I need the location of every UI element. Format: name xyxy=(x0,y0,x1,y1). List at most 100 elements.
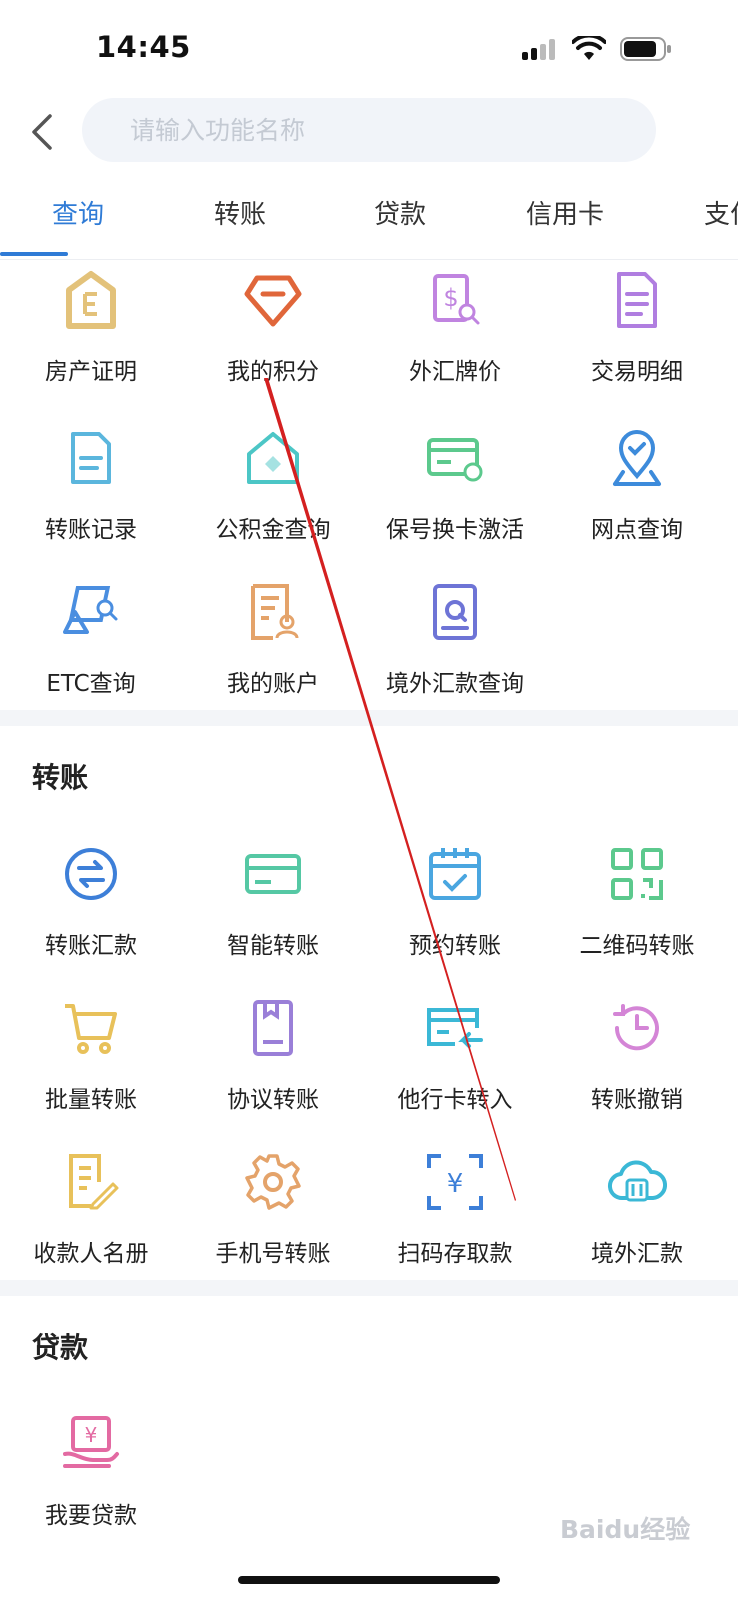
transfer-grid-row-2: 批量转账 协议转账 他行卡转入 转账撤销 xyxy=(0,998,738,1138)
grid-item-property-certificate[interactable]: 房产证明 xyxy=(0,270,182,410)
etc-icon xyxy=(63,586,118,634)
grid-item-apply-loan[interactable]: ¥ 我要贷款 xyxy=(0,1414,182,1554)
svg-text:¥: ¥ xyxy=(85,1423,98,1447)
back-button[interactable] xyxy=(24,108,64,156)
gear-icon xyxy=(245,1154,301,1210)
svg-text:¥: ¥ xyxy=(447,1169,464,1199)
grid-item-branch-search[interactable]: 网点查询 xyxy=(546,428,728,568)
scan-yuan-icon: ¥ xyxy=(427,1154,483,1210)
grid-item-qr-transfer[interactable]: 二维码转账 xyxy=(546,844,728,984)
transfer-grid-row-3: 收款人名册 手机号转账 ¥ 扫码存取款 境外汇款 xyxy=(0,1152,738,1292)
grid-item-label: 二维码转账 xyxy=(579,933,695,959)
card-icon xyxy=(245,854,301,894)
cellular-signal-icon xyxy=(522,39,555,60)
search-box[interactable] xyxy=(82,98,656,162)
card-transfer-in-icon xyxy=(427,1008,483,1048)
grid-item-forex-price[interactable]: $ 外汇牌价 xyxy=(364,270,546,410)
grid-item-label: 他行卡转入 xyxy=(397,1087,513,1113)
grid-item-label: 转账汇款 xyxy=(45,933,137,959)
tab-query[interactable]: 查询 xyxy=(52,194,104,231)
diamond-icon xyxy=(244,275,302,327)
grid-item-label: 外汇牌价 xyxy=(409,359,501,385)
grid-item-scheduled-transfer[interactable]: 预约转账 xyxy=(364,844,546,984)
grid-item-label: 转账记录 xyxy=(45,517,137,543)
loan-hand-icon: ¥ xyxy=(63,1416,119,1468)
category-tabs: 查询 转账 贷款 信用卡 支付 xyxy=(0,186,738,260)
grid-item-label: 网点查询 xyxy=(591,517,683,543)
grid-item-label: 智能转账 xyxy=(227,933,319,959)
calendar-check-icon xyxy=(429,848,481,900)
grid-item-label: 我的账户 xyxy=(227,671,319,697)
undo-clock-icon xyxy=(613,1004,659,1051)
query-grid-row-1: 房产证明 我的积分 $ 外汇牌价 交易明细 xyxy=(0,270,738,410)
grid-item-label: 转账撤销 xyxy=(591,1087,683,1113)
grid-item-overseas-remittance[interactable]: 境外汇款 xyxy=(546,1152,728,1292)
grid-item-label: 境外汇款 xyxy=(591,1241,683,1267)
grid-item-label: 境外汇款查询 xyxy=(386,671,524,697)
grid-item-housing-fund[interactable]: 公积金查询 xyxy=(182,428,364,568)
record-icon xyxy=(71,432,111,484)
agreement-icon xyxy=(253,1000,293,1056)
tab-loan[interactable]: 贷款 xyxy=(374,194,426,231)
search-input[interactable] xyxy=(82,98,656,162)
forex-price-icon: $ xyxy=(433,274,480,325)
grid-item-label: 我的积分 xyxy=(227,359,319,385)
grid-item-label: 收款人名册 xyxy=(33,1241,149,1267)
grid-item-label: 批量转账 xyxy=(45,1087,137,1113)
grid-item-label: ETC查询 xyxy=(46,671,136,697)
query-grid-row-3: ETC查询 我的账户 境外汇款查询 xyxy=(0,582,738,722)
grid-item-payee-list[interactable]: 收款人名册 xyxy=(0,1152,182,1292)
chevron-left-icon xyxy=(32,114,52,150)
grid-item-label: 扫码存取款 xyxy=(397,1241,513,1267)
grid-item-overseas-remittance-query[interactable]: 境外汇款查询 xyxy=(364,582,546,722)
grid-item-my-account[interactable]: 我的账户 xyxy=(182,582,364,722)
grid-item-label: 协议转账 xyxy=(227,1087,319,1113)
document-icon xyxy=(617,272,657,328)
transfer-arrows-icon xyxy=(65,848,117,900)
grid-item-phone-transfer[interactable]: 手机号转账 xyxy=(182,1152,364,1292)
grid-item-my-points[interactable]: 我的积分 xyxy=(182,270,364,410)
grid-item-label: 交易明细 xyxy=(591,359,683,385)
grid-item-transfer-revoke[interactable]: 转账撤销 xyxy=(546,998,728,1138)
section-divider xyxy=(0,710,738,726)
cart-icon xyxy=(65,1004,117,1054)
grid-item-agreement-transfer[interactable]: 协议转账 xyxy=(182,998,364,1138)
status-bar: 14:45 xyxy=(0,0,738,96)
section-divider xyxy=(0,1280,738,1296)
wifi-icon xyxy=(572,36,606,60)
battery-icon xyxy=(620,37,671,61)
tab-transfer[interactable]: 转账 xyxy=(214,194,266,231)
grid-item-etc-query[interactable]: ETC查询 xyxy=(0,582,182,722)
grid-item-transfer-records[interactable]: 转账记录 xyxy=(0,428,182,568)
grid-item-smart-transfer[interactable]: 智能转账 xyxy=(182,844,364,984)
location-pin-icon xyxy=(613,430,661,486)
grid-item-card-activation[interactable]: 保号换卡激活 xyxy=(364,428,546,568)
grid-item-label: 预约转账 xyxy=(409,933,501,959)
cloud-transfer-icon xyxy=(608,1160,667,1202)
grid-item-other-bank-transfer-in[interactable]: 他行卡转入 xyxy=(364,998,546,1138)
property-certificate-icon xyxy=(66,271,116,329)
transfer-grid-row-1: 转账汇款 智能转账 预约转账 二维码转账 xyxy=(0,844,738,984)
active-tab-indicator xyxy=(0,252,68,256)
grid-item-scan-deposit-withdraw[interactable]: ¥ 扫码存取款 xyxy=(364,1152,546,1292)
house-icon xyxy=(247,432,299,484)
search-doc-icon xyxy=(433,584,477,640)
grid-item-transfer-remittance[interactable]: 转账汇款 xyxy=(0,844,182,984)
query-grid-row-2: 转账记录 公积金查询 保号换卡激活 网点查询 xyxy=(0,428,738,568)
grid-item-label: 手机号转账 xyxy=(215,1241,331,1267)
watermark: Baidu经验 xyxy=(560,1515,691,1544)
qr-code-icon xyxy=(611,848,663,900)
home-indicator xyxy=(238,1576,500,1584)
status-time: 14:45 xyxy=(96,30,191,64)
grid-item-label: 公积金查询 xyxy=(215,517,331,543)
grid-item-label: 保号换卡激活 xyxy=(386,517,524,543)
grid-item-transaction-details[interactable]: 交易明细 xyxy=(546,270,728,410)
edit-list-icon xyxy=(69,1154,119,1210)
grid-item-batch-transfer[interactable]: 批量转账 xyxy=(0,998,182,1138)
tab-credit-card[interactable]: 信用卡 xyxy=(526,194,604,231)
card-refresh-icon xyxy=(427,438,483,482)
section-title-transfer: 转账 xyxy=(32,761,89,794)
grid-item-label: 房产证明 xyxy=(45,359,137,385)
tab-payment[interactable]: 支付 xyxy=(704,194,738,231)
search-row xyxy=(0,96,738,172)
